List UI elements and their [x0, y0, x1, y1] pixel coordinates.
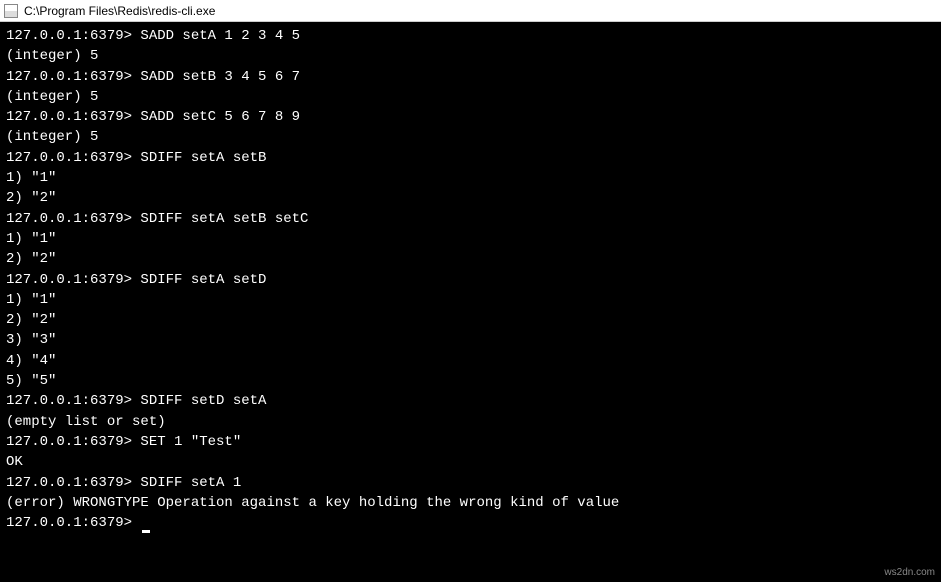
command-line: 127.0.0.1:6379> SET 1 "Test": [6, 432, 935, 452]
window-title: C:\Program Files\Redis\redis-cli.exe: [24, 4, 215, 18]
watermark: ws2dn.com: [884, 567, 935, 578]
output-line: (error) WRONGTYPE Operation against a ke…: [6, 493, 935, 513]
output-line: 2) "2": [6, 310, 935, 330]
command-line: 127.0.0.1:6379> SDIFF setD setA: [6, 391, 935, 411]
command-line: 127.0.0.1:6379> SADD setC 5 6 7 8 9: [6, 107, 935, 127]
command-line: 127.0.0.1:6379> SADD setB 3 4 5 6 7: [6, 67, 935, 87]
output-line: (empty list or set): [6, 412, 935, 432]
output-line: 2) "2": [6, 188, 935, 208]
output-line: 5) "5": [6, 371, 935, 391]
output-line: 1) "1": [6, 168, 935, 188]
terminal-output[interactable]: 127.0.0.1:6379> SADD setA 1 2 3 4 5(inte…: [0, 22, 941, 537]
output-line: (integer) 5: [6, 127, 935, 147]
titlebar[interactable]: C:\Program Files\Redis\redis-cli.exe: [0, 0, 941, 22]
output-line: 1) "1": [6, 229, 935, 249]
output-line: 1) "1": [6, 290, 935, 310]
output-line: (integer) 5: [6, 46, 935, 66]
output-line: (integer) 5: [6, 87, 935, 107]
command-line: 127.0.0.1:6379> SDIFF setA 1: [6, 473, 935, 493]
command-line: 127.0.0.1:6379> SDIFF setA setB: [6, 148, 935, 168]
app-icon: [4, 4, 18, 18]
command-line: 127.0.0.1:6379> SDIFF setA setB setC: [6, 209, 935, 229]
output-line: 2) "2": [6, 249, 935, 269]
output-line: OK: [6, 452, 935, 472]
command-line: 127.0.0.1:6379> SADD setA 1 2 3 4 5: [6, 26, 935, 46]
cursor: [142, 530, 150, 533]
output-line: 3) "3": [6, 330, 935, 350]
command-line: 127.0.0.1:6379>: [6, 513, 935, 533]
command-line: 127.0.0.1:6379> SDIFF setA setD: [6, 270, 935, 290]
output-line: 4) "4": [6, 351, 935, 371]
